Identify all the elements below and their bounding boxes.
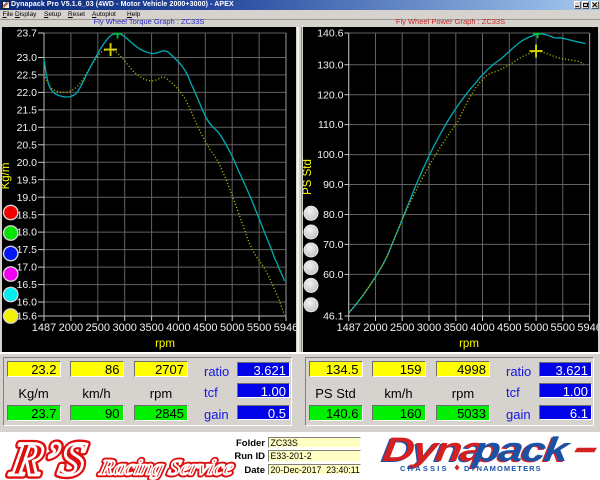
svg-text:16.5: 16.5 [17, 279, 38, 291]
svg-text:2000: 2000 [363, 322, 387, 334]
svg-text:23.7: 23.7 [17, 28, 38, 40]
svg-text:21.0: 21.0 [17, 122, 38, 134]
svg-text:110.0: 110.0 [318, 119, 344, 131]
svg-text:120.0: 120.0 [317, 89, 343, 101]
svg-text:18.5: 18.5 [17, 209, 38, 221]
svg-text:R’S: R’S [6, 433, 91, 480]
svg-text:5000: 5000 [220, 322, 244, 334]
svg-text:15.6: 15.6 [17, 311, 38, 323]
svg-text:17.5: 17.5 [17, 244, 38, 256]
svg-text:22.5: 22.5 [17, 70, 38, 82]
svg-text:3000: 3000 [417, 322, 441, 334]
svg-text:20.5: 20.5 [17, 139, 38, 151]
svg-text:4500: 4500 [497, 322, 521, 334]
svg-text:90.0: 90.0 [323, 179, 344, 191]
svg-text:5500: 5500 [551, 322, 575, 334]
svg-text:19.0: 19.0 [17, 192, 38, 204]
svg-text:4500: 4500 [193, 322, 217, 334]
svg-text:16.0: 16.0 [17, 297, 38, 309]
svg-text:21.5: 21.5 [17, 105, 38, 117]
svg-text:5946: 5946 [274, 322, 296, 334]
svg-text:100.0: 100.0 [317, 149, 343, 161]
svg-text:130.0: 130.0 [317, 59, 343, 71]
svg-text:5000: 5000 [524, 322, 548, 334]
svg-text:1487: 1487 [32, 322, 56, 334]
svg-text:70.0: 70.0 [323, 239, 344, 251]
svg-text:23.0: 23.0 [17, 52, 38, 64]
svg-text:19.5: 19.5 [17, 174, 38, 186]
svg-text:3000: 3000 [112, 322, 136, 334]
svg-text:5500: 5500 [247, 322, 271, 334]
svg-text:2500: 2500 [86, 322, 110, 334]
svg-text:CHASSIS: CHASSIS [400, 464, 449, 473]
svg-text:DYNAMOMETERS: DYNAMOMETERS [464, 464, 542, 473]
svg-text:4000: 4000 [166, 322, 190, 334]
svg-text:2000: 2000 [59, 322, 83, 334]
svg-text:20.0: 20.0 [17, 157, 38, 169]
svg-text:4000: 4000 [470, 322, 494, 334]
svg-text:140.6: 140.6 [317, 28, 343, 40]
svg-text:18.0: 18.0 [17, 227, 38, 239]
svg-text:2500: 2500 [390, 322, 414, 334]
svg-text:3500: 3500 [139, 322, 163, 334]
svg-text:80.0: 80.0 [323, 209, 344, 221]
svg-text:PS Std: PS Std [303, 159, 314, 195]
svg-text:rpm: rpm [155, 338, 175, 350]
svg-text:pack: pack [470, 431, 573, 469]
svg-text:17.0: 17.0 [17, 262, 38, 274]
svg-text:3500: 3500 [444, 322, 468, 334]
svg-text:Dyna: Dyna [380, 431, 486, 469]
svg-text:60.0: 60.0 [323, 269, 344, 281]
svg-text:Kg/m: Kg/m [2, 163, 12, 190]
svg-text:22.0: 22.0 [17, 87, 38, 99]
svg-text:rpm: rpm [459, 338, 479, 350]
svg-text:5946: 5946 [577, 322, 598, 334]
svg-text:46.1: 46.1 [323, 311, 344, 323]
svg-text:1487: 1487 [336, 322, 360, 334]
